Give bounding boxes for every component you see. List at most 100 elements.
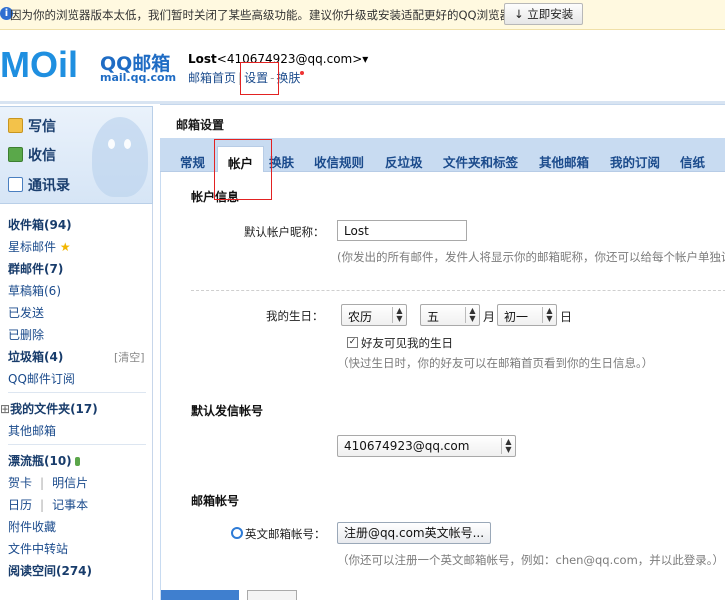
sidebar-item-starred[interactable]: 星标邮件 ★ [8, 238, 71, 255]
sidebar-item-group[interactable]: 群邮件(7) [8, 260, 63, 277]
penguin-eye-icon [124, 139, 131, 149]
mail-window: i 因为你的浏览器版本太低，我们暂时关闭了某些高级功能。建议你升级或安装适配更好… [0, 0, 725, 600]
clear-spam-link[interactable]: [清空] [114, 349, 145, 365]
sidebar-item-label: 星标邮件 [8, 240, 57, 254]
mail-logo[interactable]: MOil [0, 45, 98, 83]
default-sender-heading: 默认发信帐号 [191, 404, 264, 418]
logo-domain: mail.qq.com [100, 71, 177, 84]
highlight-account-tab-box [214, 139, 272, 200]
install-browser-button[interactable]: ↓ 立即安装 [504, 3, 583, 25]
highlight-settings-box [240, 62, 279, 95]
birth-day-select[interactable]: 初一 ▲ ▼ [497, 304, 557, 326]
select-arrows-icon: ▲ ▼ [392, 307, 406, 323]
contacts-button[interactable]: 通讯录 [8, 175, 70, 195]
logo-text: MOil [0, 45, 78, 83]
bottle-icon [74, 457, 80, 466]
birthday-visible-checkbox[interactable]: ✓ [347, 337, 358, 348]
sidebar-item-deleted[interactable]: 已删除 [8, 326, 44, 343]
nickname-label: 默认帐户昵称： [244, 225, 325, 239]
user-name: Lost [188, 52, 217, 66]
sidebar-item-sent[interactable]: 已发送 [8, 304, 44, 321]
nav-skin-link[interactable]: 换肤 [276, 71, 300, 85]
expand-plus-icon[interactable]: ⊞ [0, 402, 10, 416]
sidebar: 写信 收信 通讯录 收件箱(94) 星标邮件 ★ 群邮件(7) 草稿箱(6) 已… [0, 104, 156, 600]
page-title: 邮箱设置 [176, 118, 225, 132]
select-arrows-icon: ▲ ▼ [501, 438, 515, 454]
calendar-type-select[interactable]: 农历 ▲ ▼ [341, 304, 407, 326]
tab-other-mail[interactable]: 其他邮箱 [539, 152, 589, 171]
select-arrows-icon: ▲ ▼ [542, 307, 556, 323]
sidebar-item-label: 我的文件夹(17) [10, 402, 98, 416]
tab-anti-spam[interactable]: 反垃圾 [385, 152, 423, 171]
nav-home-link[interactable]: 邮箱首页 [188, 71, 236, 85]
sidebar-item-reading[interactable]: 阅读空间(274) [8, 562, 92, 579]
birth-day-value: 初一 [504, 310, 529, 324]
qq-logo-icon [231, 527, 243, 539]
sidebar-item-drafts[interactable]: 草稿箱(6) [8, 282, 61, 299]
birth-month-select[interactable]: 五 ▲ ▼ [420, 304, 480, 326]
english-account-label: 英文邮箱帐号： [245, 527, 326, 541]
sidebar-item-spam[interactable]: 垃圾箱(4) [8, 348, 63, 365]
sidebar-actions-panel: 写信 收信 通讯录 [0, 106, 153, 204]
folder-list: 收件箱(94) 星标邮件 ★ 群邮件(7) 草稿箱(6) 已发送 已删除 垃圾箱… [0, 204, 153, 600]
tab-skin[interactable]: 换肤 [269, 152, 294, 171]
sidebar-item-transfer[interactable]: 文件中转站 [8, 540, 68, 557]
sidebar-divider [8, 392, 146, 393]
birthday-label: 我的生日： [266, 309, 324, 323]
sidebar-item-calendar-row: 日历 | 记事本 [8, 496, 88, 513]
main-title-bar: 邮箱设置 [160, 104, 725, 138]
pencil-icon [8, 118, 23, 133]
tab-general[interactable]: 常规 [180, 152, 205, 171]
user-email: <410674923@qq.com> [216, 52, 363, 66]
sidebar-item-subscriptions[interactable]: QQ邮件订阅 [8, 370, 75, 387]
mail-account-heading: 邮箱帐号 [191, 494, 240, 508]
default-sender-value: 410674923@qq.com [344, 439, 470, 453]
inbox-label: 收信 [28, 148, 56, 164]
tab-subscriptions[interactable]: 我的订阅 [610, 152, 660, 171]
month-unit: 月 [483, 310, 496, 324]
sidebar-item-attachments[interactable]: 附件收藏 [8, 518, 56, 535]
cancel-button[interactable] [247, 590, 297, 600]
register-english-account-button[interactable]: 注册@qq.com英文帐号... [337, 522, 491, 544]
contacts-card-icon [8, 177, 23, 192]
penguin-watermark-icon [92, 117, 148, 197]
sidebar-item-other-mail[interactable]: 其他邮箱 [8, 422, 56, 439]
default-sender-select[interactable]: 410674923@qq.com ▲ ▼ [337, 435, 516, 457]
section-divider [191, 290, 725, 291]
inbox-arrow-icon [8, 147, 23, 162]
save-button[interactable] [161, 590, 239, 600]
sidebar-item-notes[interactable]: 记事本 [52, 498, 88, 512]
sidebar-item-my-folders[interactable]: ⊞我的文件夹(17) [0, 400, 98, 417]
link-separator: | [40, 476, 45, 490]
birthday-hint: （快过生日时，你的好友可以在邮箱首页看到你的生日信息。） [337, 356, 654, 370]
chevron-down-icon: ▾ [362, 52, 369, 66]
star-icon: ★ [59, 240, 71, 254]
sidebar-item-cards[interactable]: 贺卡 [8, 476, 32, 490]
birthday-visible-label: 好友可见我的生日 [361, 336, 453, 350]
warning-text: 因为你的浏览器版本太低，我们暂时关闭了某些高级功能。建议你升级或安装适配更好的Q… [10, 8, 523, 22]
tab-folders-labels[interactable]: 文件夹和标签 [443, 152, 518, 171]
account-settings-panel: 帐户信息 默认帐户昵称： Lost (你发出的所有邮件，发件人将显示你的邮箱昵称… [160, 172, 725, 600]
nickname-field[interactable]: Lost [337, 220, 467, 241]
nickname-hint: (你发出的所有邮件，发件人将显示你的邮箱昵称，你还可以给每个帐户单独设置 [337, 250, 725, 264]
select-arrows-icon: ▲ ▼ [465, 307, 479, 323]
contacts-label: 通讯录 [28, 178, 70, 194]
sidebar-item-cards-row: 贺卡 | 明信片 [8, 474, 88, 491]
english-account-hint: （你还可以注册一个英文邮箱帐号，例如：chen@qq.com，并以此登录。） [337, 553, 725, 567]
tab-mail-rules[interactable]: 收信规则 [314, 152, 364, 171]
sidebar-item-label: 漂流瓶(10) [8, 454, 72, 468]
sidebar-item-drift-bottle[interactable]: 漂流瓶(10) [8, 452, 80, 469]
new-dot-icon [300, 71, 305, 75]
sidebar-item-calendar[interactable]: 日历 [8, 498, 32, 512]
inbox-button[interactable]: 收信 [8, 145, 56, 165]
compose-button[interactable]: 写信 [8, 116, 56, 136]
penguin-eye-icon [108, 139, 115, 149]
birth-month-value: 五 [427, 310, 440, 324]
sidebar-item-postcards[interactable]: 明信片 [52, 476, 88, 490]
sidebar-item-inbox[interactable]: 收件箱(94) [8, 216, 72, 233]
tab-stationery[interactable]: 信纸 [680, 152, 705, 171]
day-unit: 日 [560, 310, 573, 324]
calendar-type-value: 农历 [348, 310, 373, 324]
link-separator: | [40, 498, 45, 512]
browser-warning-bar: i 因为你的浏览器版本太低，我们暂时关闭了某些高级功能。建议你升级或安装适配更好… [0, 0, 725, 30]
